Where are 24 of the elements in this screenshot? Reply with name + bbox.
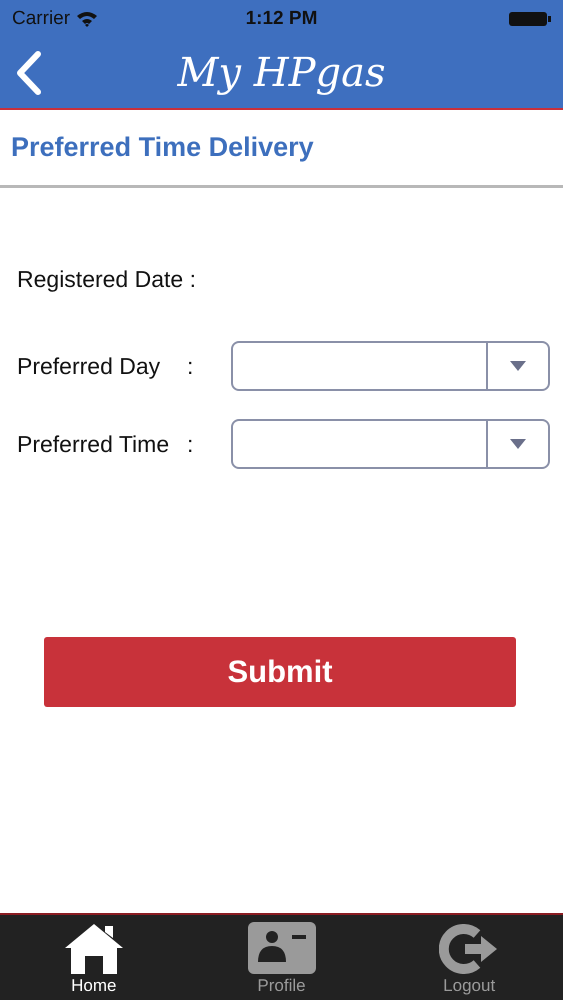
tab-bar-item[interactable]: Home: [0, 915, 188, 1000]
section-title: Preferred Time Delivery: [11, 132, 314, 163]
field-label: Preferred Day: [17, 352, 162, 381]
wifi-icon: [76, 10, 98, 26]
app-title: My HPgas: [177, 50, 386, 96]
field-label: Preferred Time: [17, 430, 170, 459]
colon: :: [187, 430, 194, 458]
submit-button[interactable]: Submit: [44, 637, 516, 707]
dropdown-arrow-icon: [510, 439, 526, 449]
colon: :: [187, 352, 194, 380]
battery-icon: [509, 10, 552, 26]
home-icon: [62, 922, 125, 974]
dropdown-field[interactable]: [231, 341, 550, 391]
tab-bar-item[interactable]: Profile: [188, 915, 376, 1000]
contact-card-icon: [248, 922, 316, 974]
dropdown-arrow-icon: [510, 361, 526, 371]
back-chevron-icon: [14, 50, 44, 96]
registered-date-label: Registered Date :: [17, 266, 197, 293]
back-button[interactable]: [14, 50, 44, 96]
dropdown-field[interactable]: [231, 419, 550, 469]
carrier-label: Carrier: [12, 8, 70, 30]
tab-bar-item[interactable]: Logout: [375, 915, 563, 1000]
logout-icon: [439, 924, 500, 974]
clock-time: 1:12 PM: [244, 8, 318, 30]
